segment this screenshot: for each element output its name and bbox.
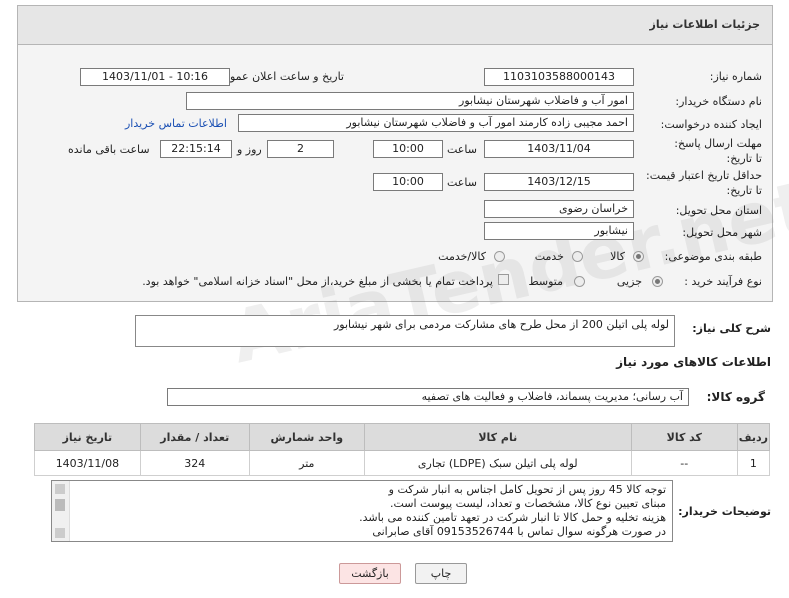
process-option-minor: جزیی	[616, 275, 642, 288]
col-qty-header: تعداد / مقدار	[139, 423, 250, 451]
cell-code: --	[630, 450, 738, 476]
cell-name: لوله پلی اتیلن سبک (LDPE) تجاری	[363, 450, 632, 476]
process-label: نوع فرآیند خرید :	[684, 275, 762, 288]
category-radio-both[interactable]	[494, 251, 505, 262]
province-label: استان محل تحویل:	[675, 204, 762, 217]
process-radio-medium[interactable]	[574, 276, 585, 287]
buyer-notes-line: هزینه تخلیه و حمل کالا تا انبار شرکت در …	[359, 511, 666, 524]
scroll-thumb[interactable]	[55, 499, 65, 511]
deadline-label: مهلت ارسال پاسخ: تا تاریخ:	[674, 137, 762, 165]
goods-group-label: گروه کالا:	[706, 390, 765, 404]
col-date-header: تاریخ نیاز	[34, 423, 141, 451]
deadline-time-field: 10:00	[373, 140, 443, 158]
buyer-notes-text: توجه کالا 45 روز پس از تحویل کامل اجناس …	[359, 483, 666, 539]
goods-section-title: اطلاعات کالاهای مورد نیاز	[616, 355, 771, 369]
description-label: شرح کلی نیاز:	[692, 322, 771, 335]
deadline-time-label: ساعت	[447, 143, 477, 156]
cell-date: 1403/11/08	[34, 450, 141, 476]
creator-label: ایجاد کننده درخواست:	[660, 118, 762, 131]
col-code-header: کد کالا	[630, 423, 738, 451]
scroll-down-arrow[interactable]	[55, 528, 65, 538]
buyer-notes-label: توضیحات خریدار:	[678, 505, 771, 518]
buyer-notes-line: مبنای تعیین نوع کالا، مشخصات و تعداد، لی…	[389, 497, 666, 510]
buyer-notes-box: توجه کالا 45 روز پس از تحویل کامل اجناس …	[51, 480, 673, 542]
announce-field: 1403/11/01 - 10:16	[80, 68, 230, 86]
description-field: لوله پلی اتیلن 200 از محل طرح های مشارکت…	[135, 315, 675, 347]
scroll-up-arrow[interactable]	[55, 484, 65, 494]
col-unit-header: واحد شمارش	[248, 423, 365, 451]
items-table: ردیف کد کالا نام کالا واحد شمارش تعداد /…	[34, 423, 771, 476]
deadline-date-field: 1403/11/04	[484, 140, 634, 158]
need-number-label: شماره نیاز:	[709, 70, 762, 83]
category-radio-service[interactable]	[572, 251, 583, 262]
validity-date-field: 1403/12/15	[484, 173, 634, 191]
validity-time-label: ساعت	[447, 176, 477, 189]
category-label: طبقه بندی موضوعی:	[664, 250, 762, 263]
buyer-notes-line: در صورت هرگونه سوال تماس با 09153526744 …	[372, 525, 666, 538]
panel-header: جزئیات اطلاعات نیاز	[17, 5, 773, 45]
table-row[interactable]: 1 -- لوله پلی اتیلن سبک (LDPE) تجاری متر…	[34, 450, 771, 476]
remaining-label: ساعت باقی مانده	[68, 143, 150, 156]
notes-scrollbar[interactable]	[52, 481, 70, 541]
category-radio-goods[interactable]	[633, 251, 644, 262]
category-option-both: کالا/خدمت	[438, 250, 486, 263]
validity-label: حداقل تاریخ اعتبار قیمت: تا تاریخ:	[646, 169, 762, 197]
back-button[interactable]: بازگشت	[339, 563, 401, 584]
announce-label: تاریخ و ساعت اعلان عمومی:	[211, 70, 344, 83]
treasury-payment-note: پرداخت تمام یا بخشی از مبلغ خرید،از محل …	[142, 275, 493, 288]
cell-qty: 324	[139, 450, 250, 476]
buyer-label: نام دستگاه خریدار:	[675, 95, 762, 108]
buyer-field: امور آب و فاضلاب شهرستان نیشابور	[186, 92, 634, 110]
city-field: نیشابور	[484, 222, 634, 240]
buyer-contact-link[interactable]: اطلاعات تماس خریدار	[125, 117, 227, 130]
goods-group-field: آب رسانی؛ مدیریت پسماند، فاضلاب و فعالیت…	[167, 388, 689, 406]
table-header-row: ردیف کد کالا نام کالا واحد شمارش تعداد /…	[34, 423, 771, 451]
creator-field: احمد مجیبی زاده کارمند امور آب و فاضلاب …	[238, 114, 634, 132]
process-option-medium: متوسط	[528, 275, 563, 288]
buyer-notes-line: توجه کالا 45 روز پس از تحویل کامل اجناس …	[388, 483, 666, 496]
province-field: خراسان رضوی	[484, 200, 634, 218]
city-label: شهر محل تحویل:	[682, 226, 762, 239]
print-button[interactable]: چاپ	[415, 563, 467, 584]
col-name-header: نام کالا	[363, 423, 632, 451]
cell-row: 1	[736, 450, 771, 476]
treasury-payment-checkbox[interactable]	[498, 274, 509, 285]
page-title: جزئیات اطلاعات نیاز	[649, 18, 761, 31]
need-number-field: 1103103588000143	[484, 68, 634, 86]
category-option-goods: کالا	[610, 250, 625, 263]
remaining-time-field: 22:15:14	[160, 140, 232, 158]
col-row-header: ردیف	[736, 423, 771, 451]
cell-unit: متر	[248, 450, 365, 476]
process-radio-minor[interactable]	[652, 276, 663, 287]
category-option-service: خدمت	[534, 250, 564, 263]
days-label: روز و	[237, 143, 262, 156]
days-field: 2	[267, 140, 334, 158]
validity-time-field: 10:00	[373, 173, 443, 191]
